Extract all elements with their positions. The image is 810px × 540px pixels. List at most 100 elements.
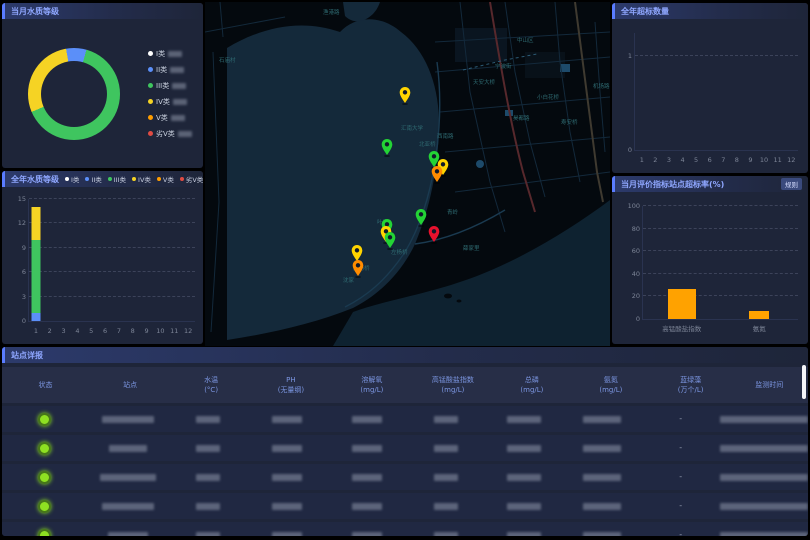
table-header: 状态站点水温(°C)PH(无量纲)溶解氧(mg/L)高锰酸盐指数(mg/L)总磷… [2, 367, 808, 403]
legend-dot [108, 177, 112, 181]
value-cell [720, 532, 808, 537]
value-cell [169, 416, 248, 423]
legend-item[interactable]: III类 [108, 174, 126, 184]
redacted-value [178, 131, 192, 137]
redacted-value [272, 474, 302, 481]
gridline [643, 273, 798, 274]
y-tick-label: 6 [8, 268, 26, 276]
value-cell [407, 445, 486, 452]
legend-label: IV类 [156, 97, 170, 107]
legend-item[interactable]: V类 [157, 174, 174, 184]
legend-item[interactable]: I类 [148, 49, 192, 59]
gridline [643, 228, 798, 229]
redacted-value [352, 503, 382, 510]
status-dot [38, 471, 51, 484]
redacted-value [583, 416, 621, 423]
table-scrollbar[interactable] [802, 365, 806, 399]
donut-chart [28, 48, 120, 140]
redacted-value [196, 474, 220, 481]
table-row[interactable]: - [2, 406, 808, 432]
table-body: - - - - - [2, 406, 808, 536]
y-tick-label: 100 [622, 202, 640, 210]
map-place-label: 左杨桥 [391, 248, 408, 256]
legend-item[interactable]: IV类 [148, 97, 192, 107]
x-tick-label: 9 [145, 327, 149, 335]
gridline [643, 295, 798, 296]
redacted-value [583, 503, 621, 510]
column-header-2: 水温(°C) [171, 375, 251, 396]
legend-item[interactable]: 劣V类 [148, 129, 192, 139]
algae-cell: - [641, 413, 720, 425]
map-place-label: 昊都路 [513, 114, 530, 122]
table-row[interactable]: - [2, 435, 808, 461]
redacted-value [196, 503, 220, 510]
bar-氨氮 [749, 311, 769, 319]
legend-label: V类 [156, 113, 168, 123]
redacted-station-name [102, 416, 154, 423]
redacted-value [196, 445, 220, 452]
redacted-station-name [102, 503, 154, 510]
legend-item[interactable]: V类 [148, 113, 192, 123]
gridline [643, 250, 798, 251]
redacted-value [168, 51, 182, 57]
redacted-value [434, 416, 458, 423]
value-cell [326, 503, 407, 510]
column-header-4: 溶解氧(mg/L) [331, 375, 413, 396]
bar-高锰酸盐指数 [668, 289, 696, 320]
x-tick-label: 2 [48, 327, 52, 335]
gridline [635, 55, 798, 56]
station-cell [88, 474, 169, 481]
table-row[interactable]: - [2, 522, 808, 536]
legend-item[interactable]: I类 [65, 174, 79, 184]
x-tick-label: 1 [640, 156, 644, 164]
table-row[interactable]: - [2, 493, 808, 519]
value-cell [326, 532, 407, 537]
value-cell [407, 416, 486, 423]
map-place-label: 青岭 [447, 208, 459, 216]
legend-item[interactable]: III类 [148, 81, 192, 91]
donut-legend: I类 II类 III类 IV类 V类劣V类 [148, 43, 192, 145]
y-tick-label: 9 [8, 244, 26, 252]
stacked-bar-segment [31, 240, 40, 313]
legend-item[interactable]: II类 [148, 65, 192, 75]
exceed-chart: 01123456789101112 [634, 33, 798, 151]
panel-title-text: 当月评价指标站点超标率(%) [621, 179, 724, 190]
panel-monthly-rate: 当月评价指标站点超标率(%) 规则 020406080100高锰酸盐指数氨氮 [612, 176, 808, 344]
legend-dot [148, 51, 153, 56]
x-tick-label: 10 [156, 327, 164, 335]
redacted-station-name [100, 474, 156, 481]
x-tick-label: 4 [75, 327, 79, 335]
redacted-value [434, 503, 458, 510]
panel-yearly-quality: 全年水质等级 I类II类III类IV类V类劣V类 036912151234567… [2, 171, 203, 344]
redacted-value [173, 99, 187, 105]
legend-label: 劣V类 [156, 129, 175, 139]
rules-button[interactable]: 规则 [781, 178, 802, 190]
legend-item[interactable]: II类 [85, 174, 101, 184]
value-cell [563, 474, 642, 481]
redacted-value [172, 83, 186, 89]
x-tick-label: 10 [760, 156, 768, 164]
x-tick-label: 7 [721, 156, 725, 164]
legend-item[interactable]: IV类 [132, 174, 151, 184]
legend-dot [157, 177, 161, 181]
table-row[interactable]: - [2, 464, 808, 490]
redacted-value [720, 503, 808, 510]
column-header-5: 高锰酸盐指数(mg/L) [413, 375, 493, 396]
legend-label: III类 [114, 174, 126, 184]
map-place-label: 薛家里 [463, 244, 480, 252]
map[interactable]: 石庙村渔港路中山区宁波街天安大桥小白花桥机场路昊都路寿安桥西南路汇南大学北亚桥青… [205, 2, 610, 346]
panel-station-table: 站点详报 状态站点水温(°C)PH(无量纲)溶解氧(mg/L)高锰酸盐指数(mg… [2, 347, 808, 536]
algae-cell: - [641, 500, 720, 512]
redacted-value [272, 503, 302, 510]
x-tick-label: 5 [694, 156, 698, 164]
legend-label: I类 [156, 49, 165, 59]
value-cell [407, 503, 486, 510]
map-place-label: 北亚桥 [419, 140, 436, 148]
value-cell [720, 503, 808, 510]
map-canvas: 石庙村渔港路中山区宁波街天安大桥小白花桥机场路昊都路寿安桥西南路汇南大学北亚桥青… [205, 2, 610, 346]
status-cell [2, 471, 88, 484]
x-tick-label: 高锰酸盐指数 [662, 323, 701, 333]
redacted-value [434, 474, 458, 481]
legend-item[interactable]: 劣V类 [180, 174, 203, 184]
x-tick-label: 氨氮 [753, 323, 766, 333]
